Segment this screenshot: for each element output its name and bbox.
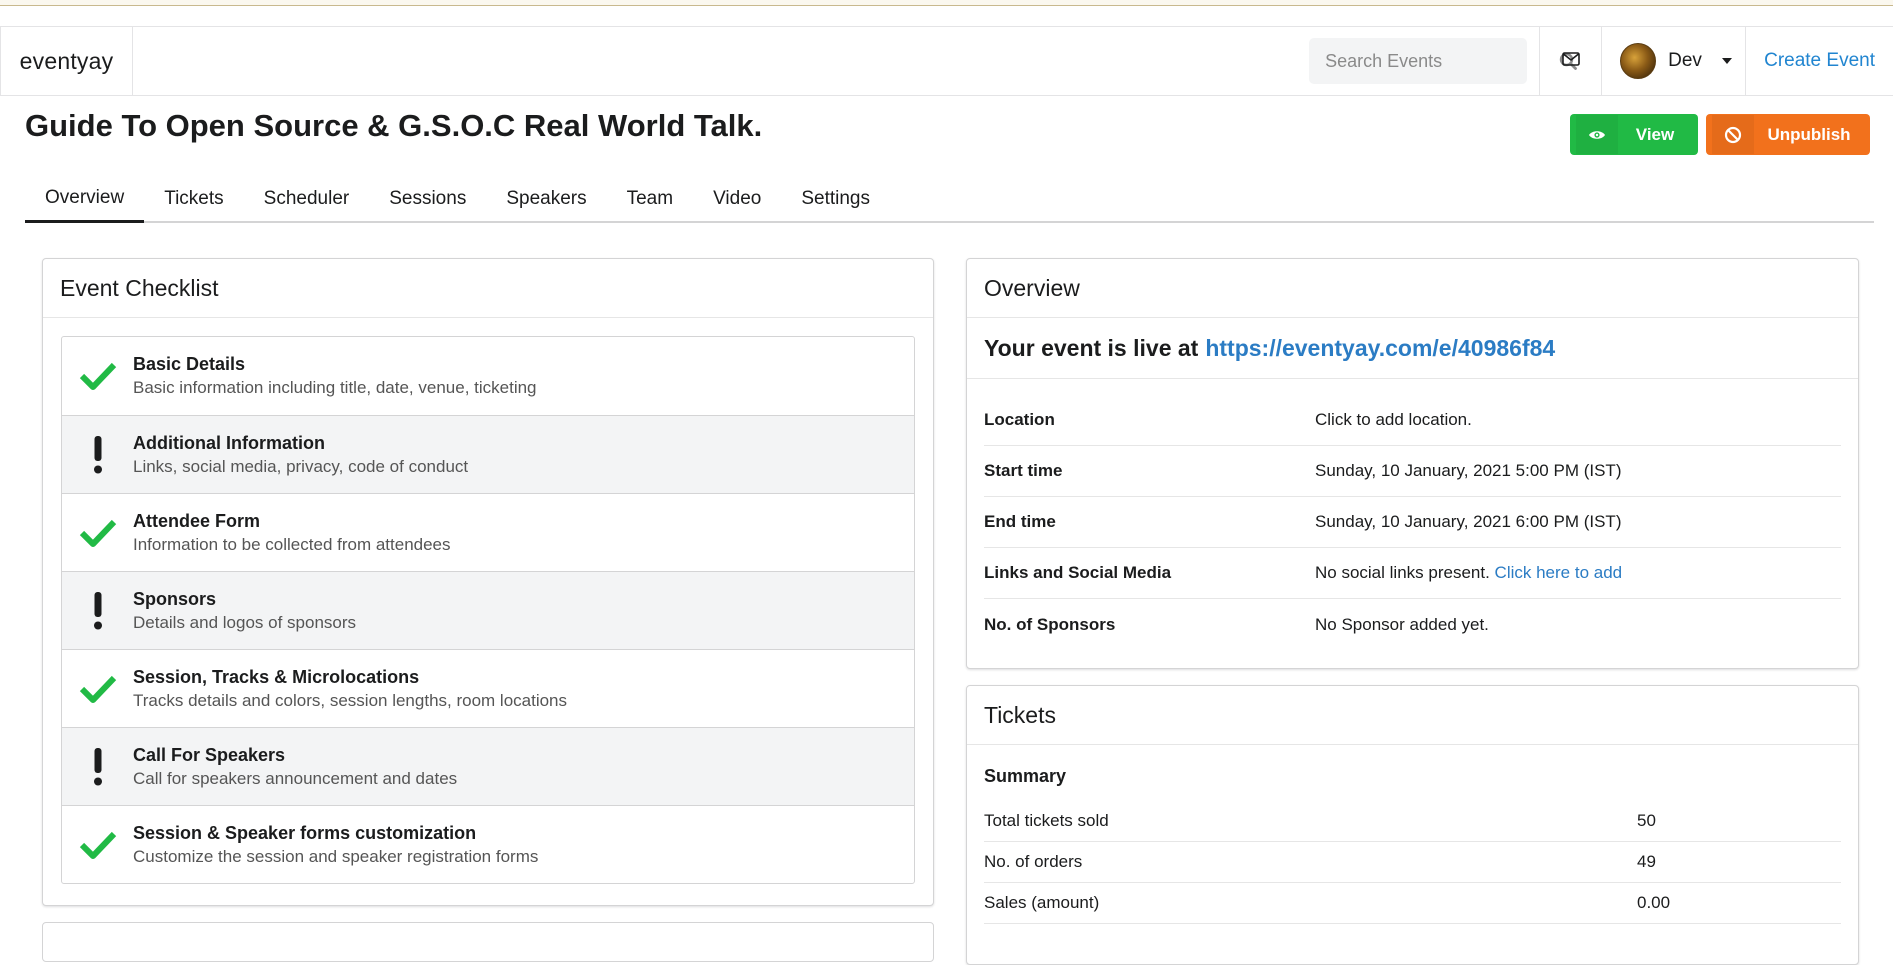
user-name: Dev [1668,50,1702,71]
checklist-item-attendee-form[interactable]: Attendee Form Information to be collecte… [62,493,914,571]
exclamation-icon [62,747,133,787]
info-row-sponsors: No. of Sponsors No Sponsor added yet. [984,599,1841,650]
search-area [1309,27,1577,95]
tickets-row-key: Sales (amount) [984,893,1100,912]
sponsors-value: No Sponsor added yet. [1315,614,1489,634]
checklist-item-title: Additional Information [133,432,325,453]
info-row-start-time: Start time Sunday, 10 January, 2021 5:00… [984,446,1841,497]
checklist-item-title: Sponsors [133,588,217,609]
search-input[interactable] [1323,49,1560,73]
user-menu-dropdown[interactable]: Dev [1602,27,1747,95]
social-links-value: No social links present. Click here to a… [1315,563,1622,583]
overview-heading: Overview [967,259,1858,318]
event-title: Guide To Open Source & G.S.O.C Real Worl… [25,108,763,143]
tab-tickets[interactable]: Tickets [144,176,243,221]
overview-info-table: Location Click to add location. Start ti… [984,395,1841,650]
tickets-summary-heading: Summary [984,765,1067,786]
checklist-item-call-for-speakers[interactable]: Call For Speakers Call for speakers anno… [62,727,914,805]
checklist-item-desc: Call for speakers announcement and dates [133,768,458,788]
checklist-item-basic-details[interactable]: Basic Details Basic information includin… [62,337,914,415]
tab-speakers[interactable]: Speakers [486,176,606,221]
checkmark-icon [62,518,133,548]
event-public-url[interactable]: https://eventyay.com/e/40986f84 [1205,335,1555,362]
tickets-heading: Tickets [967,686,1858,745]
tickets-row-value: 49 [1637,852,1656,871]
unpublish-button[interactable]: Unpublish [1706,114,1870,155]
checklist-item-desc: Tracks details and colors, session lengt… [133,690,568,710]
search-box [1309,38,1577,84]
envelope-icon [1561,51,1580,71]
event-live-line: Your event is live at https://eventyay.c… [967,318,1858,379]
tickets-row-key: No. of orders [984,852,1083,871]
info-key: Start time [984,461,1063,480]
top-navbar: eventyay Dev Create Event [0,26,1893,96]
exclamation-icon [62,435,133,475]
table-row: No. of orders 49 [984,842,1841,883]
info-row-social-links: Links and Social Media No social links p… [984,548,1841,599]
checklist-item-additional-information[interactable]: Additional Information Links, social med… [62,415,914,493]
checklist-item-sponsors[interactable]: Sponsors Details and logos of sponsors [62,571,914,649]
browser-top-strip [0,0,1893,6]
tab-video[interactable]: Video [693,176,781,221]
tab-scheduler[interactable]: Scheduler [244,176,370,221]
info-key: No. of Sponsors [984,614,1116,634]
checklist-item-title: Session, Tracks & Microlocations [133,666,420,687]
messages-button[interactable] [1540,27,1603,95]
tickets-row-value: 0.00 [1637,893,1671,912]
checklist-heading: Event Checklist [43,259,933,318]
tab-overview[interactable]: Overview [25,176,145,223]
event-checklist-panel: Event Checklist Basic Details Basic info… [42,258,934,906]
avatar [1620,43,1657,79]
checklist-item-title: Session & Speaker forms customization [133,822,477,843]
checklist-item-title: Attendee Form [133,510,261,531]
exclamation-icon [62,591,133,631]
info-key: Location [984,410,1055,429]
event-tabs: Overview Tickets Scheduler Sessions Spea… [25,176,1874,223]
add-social-links-link[interactable]: Click here to add [1495,563,1623,582]
info-key: End time [984,512,1056,531]
checkmark-icon [62,674,133,704]
tickets-row-key: Total tickets sold [984,811,1109,830]
checklist-item-desc: Links, social media, privacy, code of co… [133,456,469,476]
add-location-link[interactable]: Click to add location. [1315,410,1472,430]
tickets-summary-table: Total tickets sold 50 No. of orders 49 S… [984,801,1841,924]
view-button[interactable]: View [1570,114,1698,155]
checklist-item-title: Basic Details [133,354,246,374]
checklist-item-forms-customization[interactable]: Session & Speaker forms customization Cu… [62,805,914,883]
table-row: Total tickets sold 50 [984,801,1841,842]
social-links-text: No social links present. [1315,563,1490,582]
checklist-item-desc: Customize the session and speaker regist… [133,846,539,866]
unpublish-button-label: Unpublish [1767,124,1851,144]
end-time-value: Sunday, 10 January, 2021 6:00 PM (IST) [1315,512,1622,531]
navbar-spacer [133,27,1309,95]
view-button-label: View [1635,124,1675,144]
brand-logo[interactable]: eventyay [0,27,133,95]
info-row-location: Location Click to add location. [984,395,1841,446]
checkmark-icon [62,830,133,860]
ban-icon [1712,115,1754,154]
info-key: Links and Social Media [984,563,1172,582]
caret-down-icon [1721,58,1732,64]
table-row: Sales (amount) 0.00 [984,883,1841,924]
checkmark-icon [62,361,133,391]
checklist-list: Basic Details Basic information includin… [61,336,915,884]
tab-team[interactable]: Team [607,176,693,221]
checklist-item-desc: Information to be collected from attende… [133,534,451,554]
next-panel-edge [42,922,934,962]
eye-icon [1576,115,1618,154]
tickets-row-value: 50 [1637,811,1656,830]
overview-panel: Overview Your event is live at https://e… [966,258,1859,669]
create-event-link[interactable]: Create Event [1746,27,1893,95]
live-text: Your event is live at [984,334,1199,361]
checklist-item-sessions-tracks[interactable]: Session, Tracks & Microlocations Tracks … [62,649,914,727]
info-row-end-time: End time Sunday, 10 January, 2021 6:00 P… [984,497,1841,548]
checklist-item-title: Call For Speakers [133,744,286,765]
tab-sessions[interactable]: Sessions [369,176,486,221]
checklist-item-desc: Details and logos of sponsors [133,612,357,632]
tab-settings[interactable]: Settings [781,176,890,221]
tickets-panel: Tickets Summary Total tickets sold 50 No… [966,685,1859,965]
start-time-value: Sunday, 10 January, 2021 5:00 PM (IST) [1315,461,1622,480]
checklist-item-desc: Basic information including title, date,… [133,378,537,397]
